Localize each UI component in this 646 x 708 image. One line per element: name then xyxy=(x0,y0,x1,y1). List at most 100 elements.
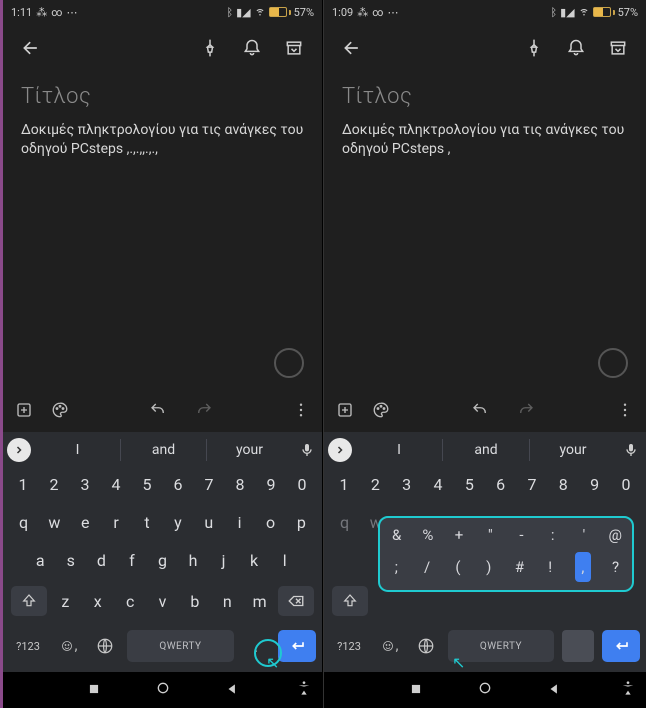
key-4[interactable]: 4 xyxy=(102,472,130,496)
key-2[interactable]: 2 xyxy=(40,472,68,496)
space-key[interactable]: QWERTY xyxy=(127,630,234,662)
more-icon[interactable] xyxy=(616,401,634,423)
key-1[interactable]: 1 xyxy=(330,472,358,496)
key-i[interactable]: i xyxy=(225,510,254,534)
key-6[interactable]: 6 xyxy=(164,472,192,496)
key-5[interactable]: 5 xyxy=(455,472,483,496)
key-7[interactable]: 7 xyxy=(518,472,546,496)
popup-qmark[interactable]: ? xyxy=(609,558,622,582)
key-8[interactable]: 8 xyxy=(549,472,577,496)
note-area[interactable]: Τίτλος Δοκιμές πληκτρολογίου για τις ανά… xyxy=(3,72,322,392)
note-area[interactable]: Τίτλος Δοκιμές πληκτρολογίου για τις ανά… xyxy=(324,72,646,392)
key-2[interactable]: 2 xyxy=(361,472,389,496)
key-n[interactable]: n xyxy=(213,589,241,613)
key-e[interactable]: e xyxy=(71,510,100,534)
key-b[interactable]: b xyxy=(181,589,209,613)
suggestion-1[interactable]: I xyxy=(35,442,120,458)
period-key[interactable] xyxy=(562,630,594,662)
popup-comma-selected[interactable]: , xyxy=(575,552,592,582)
back-button[interactable] xyxy=(336,32,368,64)
suggestion-3[interactable]: your xyxy=(530,442,616,458)
enter-key[interactable] xyxy=(278,630,316,662)
popup-rparen[interactable]: ) xyxy=(482,558,495,582)
note-body[interactable]: Δοκιμές πληκτρολογίου για τις ανάγκες το… xyxy=(21,121,304,159)
backspace-key[interactable] xyxy=(278,586,314,616)
redo-icon[interactable] xyxy=(195,401,213,423)
key-l[interactable]: l xyxy=(270,548,299,572)
symbol-popup[interactable]: & % + " - : ' @ ; / ( ) # ! , ? xyxy=(378,516,634,592)
period-key[interactable]: . xyxy=(242,630,270,662)
emoji-key[interactable]: , xyxy=(55,630,83,662)
key-o[interactable]: o xyxy=(256,510,285,534)
pin-icon[interactable] xyxy=(518,32,550,64)
enter-key[interactable] xyxy=(602,630,640,662)
key-0[interactable]: 0 xyxy=(288,472,316,496)
more-icon[interactable] xyxy=(292,401,310,423)
language-key[interactable] xyxy=(412,630,440,662)
nav-home[interactable] xyxy=(155,680,171,700)
key-7[interactable]: 7 xyxy=(195,472,223,496)
symbols-key[interactable]: ?123 xyxy=(9,630,47,662)
archive-icon[interactable] xyxy=(602,32,634,64)
expand-icon[interactable] xyxy=(7,438,31,462)
popup-colon[interactable]: : xyxy=(546,526,559,544)
popup-plus[interactable]: + xyxy=(452,526,465,544)
key-0[interactable]: 0 xyxy=(612,472,640,496)
popup-pct[interactable]: % xyxy=(421,526,434,544)
suggestion-3[interactable]: your xyxy=(207,442,292,458)
key-3[interactable]: 3 xyxy=(71,472,99,496)
nav-back[interactable] xyxy=(547,681,561,700)
key-k[interactable]: k xyxy=(240,548,269,572)
suggestion-1[interactable]: I xyxy=(356,442,442,458)
note-body[interactable]: Δοκιμές πληκτρολογίου για τις ανάγκες το… xyxy=(342,121,628,159)
emoji-key[interactable]: , xyxy=(376,630,404,662)
popup-bang[interactable]: ! xyxy=(544,558,557,582)
note-title[interactable]: Τίτλος xyxy=(342,84,628,109)
undo-icon[interactable] xyxy=(471,401,489,423)
suggestion-2[interactable]: and xyxy=(121,442,206,458)
nav-recent[interactable] xyxy=(409,681,423,700)
key-u[interactable]: u xyxy=(194,510,223,534)
palette-icon[interactable] xyxy=(51,401,69,423)
mic-icon[interactable] xyxy=(616,442,646,458)
archive-icon[interactable] xyxy=(278,32,310,64)
key-v[interactable]: v xyxy=(149,589,177,613)
key-r[interactable]: r xyxy=(102,510,131,534)
popup-amp[interactable]: & xyxy=(390,526,403,544)
popup-dquote[interactable]: " xyxy=(484,526,497,544)
key-q[interactable]: q xyxy=(330,510,359,534)
shift-key[interactable] xyxy=(11,586,47,616)
key-z[interactable]: z xyxy=(51,589,79,613)
key-c[interactable]: c xyxy=(116,589,144,613)
expand-icon[interactable] xyxy=(328,438,352,462)
key-a[interactable]: a xyxy=(26,548,55,572)
popup-lparen[interactable]: ( xyxy=(452,558,465,582)
popup-squote[interactable]: ' xyxy=(577,526,590,544)
key-4[interactable]: 4 xyxy=(424,472,452,496)
reminder-icon[interactable] xyxy=(236,32,268,64)
popup-slash[interactable]: / xyxy=(421,558,434,582)
key-g[interactable]: g xyxy=(148,548,177,572)
note-title[interactable]: Τίτλος xyxy=(21,84,304,109)
key-f[interactable]: f xyxy=(117,548,146,572)
pin-icon[interactable] xyxy=(194,32,226,64)
palette-icon[interactable] xyxy=(372,401,390,423)
nav-recent[interactable] xyxy=(87,681,101,700)
key-8[interactable]: 8 xyxy=(226,472,254,496)
key-s[interactable]: s xyxy=(56,548,85,572)
key-q[interactable]: q xyxy=(9,510,38,534)
space-key[interactable]: QWERTY xyxy=(448,630,554,662)
add-box-icon[interactable] xyxy=(15,401,33,423)
nav-back[interactable] xyxy=(225,681,239,700)
key-6[interactable]: 6 xyxy=(487,472,515,496)
accessibility-icon[interactable] xyxy=(620,680,636,700)
key-y[interactable]: y xyxy=(163,510,192,534)
key-j[interactable]: j xyxy=(209,548,238,572)
undo-icon[interactable] xyxy=(149,401,167,423)
key-3[interactable]: 3 xyxy=(393,472,421,496)
symbols-key[interactable]: ?123 xyxy=(330,630,368,662)
mic-icon[interactable] xyxy=(292,442,322,458)
key-5[interactable]: 5 xyxy=(133,472,161,496)
key-h[interactable]: h xyxy=(179,548,208,572)
key-t[interactable]: t xyxy=(133,510,162,534)
